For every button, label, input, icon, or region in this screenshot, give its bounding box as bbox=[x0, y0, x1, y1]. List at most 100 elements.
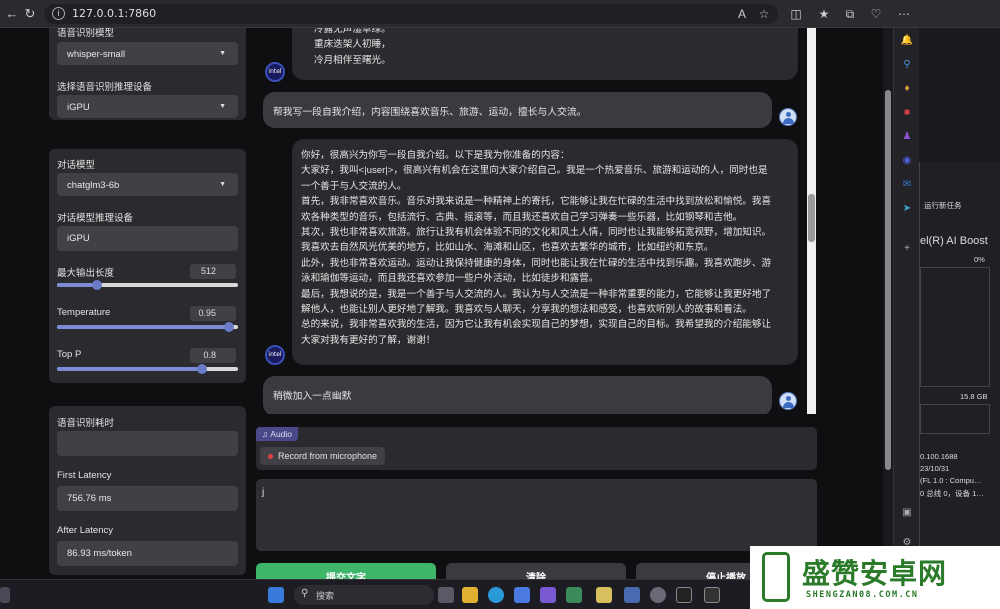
reload-icon[interactable]: ↻ bbox=[22, 6, 38, 22]
store-icon[interactable] bbox=[514, 587, 530, 603]
read-aloud-icon[interactable]: A bbox=[734, 6, 750, 22]
top-p-number[interactable]: 0.8 bbox=[190, 348, 236, 363]
message-line: 一个善于与人交流的人。 bbox=[301, 180, 407, 192]
app-icon[interactable] bbox=[540, 587, 556, 603]
max-length-fill bbox=[57, 283, 97, 287]
message-line: 首先，我非常喜欢音乐。音乐对我来说是一种精神上的寄托，它能够让我在忙碌的生活中找… bbox=[301, 196, 772, 208]
bell-icon[interactable]: 🔔 bbox=[900, 34, 914, 48]
message-line: 解他人，也能让别人更好地了解我。我喜欢与人聊天，分享我的想法和感受，也喜欢听别人… bbox=[301, 304, 752, 316]
chat-device-label: 对话模型推理设备 bbox=[57, 213, 134, 224]
asr-model-label: 语音识别模型 bbox=[57, 28, 115, 39]
bot-message: 冷露无声湿草绿。 重床迭架人初睡， 冷月相伴至曙光。 bbox=[292, 28, 798, 80]
outlook-icon[interactable]: ✉ bbox=[900, 178, 914, 192]
edge-icon[interactable] bbox=[488, 587, 504, 603]
app-icon[interactable] bbox=[624, 587, 640, 603]
page-scrollbar-thumb[interactable] bbox=[885, 90, 891, 470]
asr-time-label: 语音识别耗时 bbox=[57, 418, 115, 429]
audio-label: ♫ Audio bbox=[256, 427, 299, 441]
asr-device-select[interactable]: iGPU ▼ bbox=[57, 95, 238, 118]
message-line: 冷露无声湿草绿。 bbox=[314, 28, 391, 35]
audio-label-text: Audio bbox=[270, 429, 293, 439]
more-menu-icon[interactable]: ⋯ bbox=[896, 6, 912, 22]
app-icon[interactable] bbox=[566, 587, 582, 603]
top-p-slider[interactable] bbox=[57, 364, 238, 374]
file-explorer-icon[interactable] bbox=[462, 587, 478, 603]
tag-icon[interactable]: ♦ bbox=[900, 82, 914, 96]
max-length-slider[interactable] bbox=[57, 280, 238, 290]
address-bar[interactable]: i 127.0.0.1:7860 A ☆ bbox=[44, 4, 778, 24]
temperature-handle[interactable] bbox=[223, 322, 234, 332]
temperature-fill bbox=[57, 325, 229, 329]
chat-device-field[interactable]: iGPU bbox=[57, 226, 238, 251]
asr-settings-panel: 语音识别模型 whisper-small ▼ 选择语音识别推理设备 iGPU ▼ bbox=[49, 28, 246, 120]
message-line: 大家好，我叫<|user|>，很高兴有机会在这里向大家介绍自己。我是一个热爱音乐… bbox=[301, 165, 768, 177]
taskbar-search[interactable]: ⚲ 搜索 bbox=[294, 585, 434, 605]
metrics-panel: 语音识别耗时 First Latency 756.76 ms After Lat… bbox=[49, 406, 246, 575]
temperature-number[interactable]: 0.95 bbox=[190, 306, 236, 321]
asr-model-select[interactable]: whisper-small ▼ bbox=[57, 42, 238, 65]
audio-input-panel: ♫ Audio Record from microphone bbox=[256, 427, 817, 470]
max-length-handle[interactable] bbox=[91, 280, 102, 290]
app-icon[interactable] bbox=[596, 587, 612, 603]
widget-icon[interactable] bbox=[0, 587, 10, 603]
after-latency-value: 86.93 ms/token bbox=[67, 548, 132, 559]
chat-scrollbar[interactable] bbox=[807, 28, 816, 414]
gpu-memory: 15.8 GB bbox=[960, 392, 988, 401]
temperature-slider[interactable] bbox=[57, 322, 238, 332]
chevron-down-icon: ▼ bbox=[219, 50, 226, 57]
gradio-app: 语音识别模型 whisper-small ▼ 选择语音识别推理设备 iGPU ▼… bbox=[0, 28, 895, 579]
top-p-fill bbox=[57, 367, 202, 371]
top-p-label: Top P bbox=[57, 349, 82, 360]
first-latency-field: 756.76 ms bbox=[57, 486, 238, 511]
run-new-task[interactable]: 运行新任务 bbox=[924, 200, 962, 211]
settings-icon[interactable] bbox=[650, 587, 666, 603]
app-icon[interactable] bbox=[676, 587, 692, 603]
user-message: 稍微加入一点幽默 bbox=[263, 376, 772, 414]
driver-date: 23/10/31 bbox=[920, 464, 950, 473]
chat-model-label: 对话模型 bbox=[57, 160, 96, 171]
watermark: 盛赞安卓网 SHENGZAN08.COM.CN bbox=[750, 546, 1000, 609]
page-scrollbar[interactable] bbox=[883, 28, 893, 548]
split-screen-icon[interactable]: ◫ bbox=[788, 6, 804, 22]
start-icon[interactable] bbox=[268, 587, 284, 603]
text-input[interactable]: j bbox=[262, 487, 264, 498]
clear-button[interactable]: 清除 bbox=[446, 563, 626, 579]
chat-model-value: chatglm3-6b bbox=[67, 180, 120, 191]
chat-model-select[interactable]: chatglm3-6b ▼ bbox=[57, 173, 238, 196]
record-button[interactable]: Record from microphone bbox=[260, 447, 386, 465]
asr-time-field bbox=[57, 431, 238, 456]
record-dot-icon bbox=[268, 454, 273, 459]
drop-icon[interactable]: ➤ bbox=[900, 202, 914, 216]
search-placeholder: 搜索 bbox=[316, 591, 335, 601]
screenshot-icon[interactable]: ▣ bbox=[900, 506, 914, 520]
chat-scrollbar-thumb[interactable] bbox=[808, 194, 815, 242]
submit-button[interactable]: 提交文字 bbox=[256, 563, 436, 579]
physical-location: 0 总线 0，设备 1… bbox=[920, 489, 984, 498]
watermark-title: 盛赞安卓网 bbox=[802, 557, 948, 590]
memory-graph bbox=[920, 404, 990, 434]
site-info-icon[interactable]: i bbox=[52, 7, 65, 20]
message-line: 冷月相伴至曙光。 bbox=[314, 54, 391, 66]
add-icon[interactable]: + bbox=[900, 242, 914, 256]
text-input-panel[interactable]: j bbox=[256, 479, 817, 551]
max-length-number[interactable]: 512 bbox=[190, 264, 236, 279]
back-icon[interactable]: ← bbox=[4, 6, 20, 22]
favorites-icon[interactable]: ★ bbox=[816, 6, 832, 22]
phone-logo-icon bbox=[762, 552, 790, 602]
top-p-handle[interactable] bbox=[196, 364, 207, 374]
asr-model-value: whisper-small bbox=[67, 49, 126, 60]
terminal-icon[interactable] bbox=[704, 587, 720, 603]
copilot-icon[interactable]: ◉ bbox=[900, 154, 914, 168]
task-view-icon[interactable] bbox=[438, 587, 454, 603]
toolbox-icon[interactable]: ■ bbox=[900, 106, 914, 120]
search-icon[interactable]: ⚲ bbox=[900, 58, 914, 72]
games-icon[interactable]: ♟ bbox=[900, 130, 914, 144]
message-line: 其次，我也非常喜欢旅游。旅行让我有机会体验不同的文化和风土人情，同时也让我能够拓… bbox=[301, 227, 772, 239]
heart-icon[interactable]: ♡ bbox=[868, 6, 884, 22]
asr-device-value: iGPU bbox=[67, 102, 90, 113]
favorite-star-icon[interactable]: ☆ bbox=[756, 6, 772, 22]
collections-icon[interactable]: ⧉ bbox=[842, 6, 858, 22]
message-line: 最后，我想说的是，我是一个善于与人交流的人。我认为与人交流是一种非常重要的能力，… bbox=[301, 288, 772, 300]
url-text: 127.0.0.1:7860 bbox=[72, 7, 157, 20]
user-avatar bbox=[779, 392, 797, 410]
